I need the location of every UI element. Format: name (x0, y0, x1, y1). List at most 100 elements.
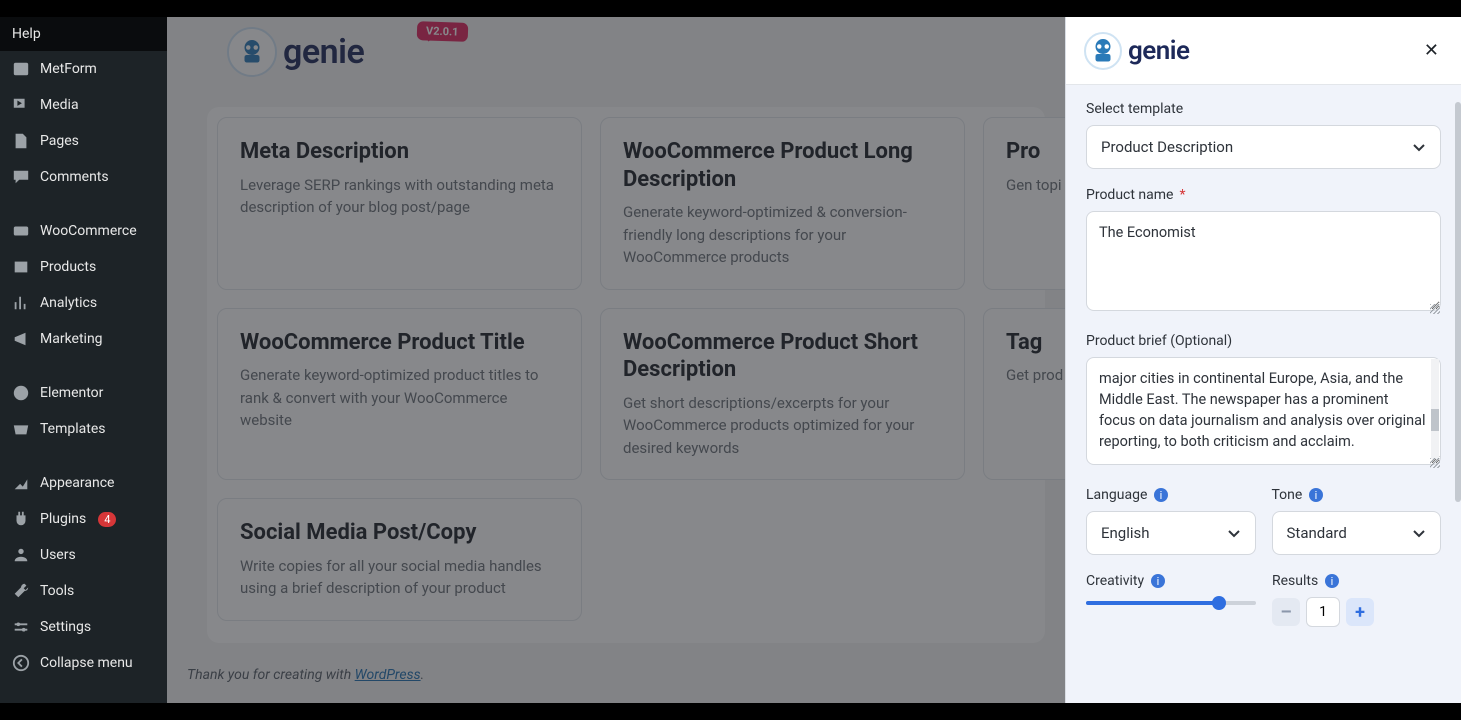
sidebar-item-label: Comments (40, 169, 109, 185)
svg-text:i: i (1157, 575, 1160, 588)
info-icon[interactable]: i (1324, 573, 1340, 589)
label-text: Creativity (1086, 573, 1144, 589)
sidebar-item-label: Collapse menu (40, 655, 133, 671)
increment-button[interactable]: + (1346, 598, 1374, 626)
resize-handle-icon[interactable] (1430, 458, 1440, 468)
tools-icon (12, 582, 30, 600)
panel-scrollbar[interactable] (1455, 102, 1461, 692)
resize-handle-icon[interactable] (1430, 304, 1440, 314)
required-mark: * (1179, 187, 1185, 203)
sidebar-item-label: Help (12, 26, 41, 42)
panel-brand: genie (1084, 32, 1190, 70)
field-label: Results i (1272, 573, 1441, 589)
decrement-button[interactable]: – (1272, 598, 1300, 626)
language-dropdown[interactable]: English (1086, 511, 1256, 555)
collapse-icon (12, 654, 30, 672)
form-icon (12, 60, 30, 78)
sidebar-item-label: Plugins (40, 511, 86, 527)
chevron-down-icon (1412, 140, 1426, 154)
users-icon (12, 546, 30, 564)
select-template-dropdown[interactable]: Product Description (1086, 125, 1441, 169)
field-language: Language i English (1086, 487, 1256, 555)
sidebar-item-comments[interactable]: Comments (0, 159, 167, 195)
product-brief-input[interactable] (1086, 357, 1441, 465)
tone-dropdown[interactable]: Standard (1272, 511, 1442, 555)
svg-text:i: i (1160, 489, 1163, 502)
sidebar-item-help[interactable]: Help (0, 17, 167, 51)
sidebar-item-label: Appearance (40, 475, 114, 491)
sidebar-item-users[interactable]: Users (0, 537, 167, 573)
sidebar-item-label: Settings (40, 619, 91, 635)
sidebar-item-label: Tools (40, 583, 74, 599)
field-label: Select template (1086, 101, 1441, 117)
sidebar-item-label: Pages (40, 133, 79, 149)
select-value: English (1101, 524, 1150, 542)
genie-panel: genie ✕ Select template Product Descript… (1065, 17, 1461, 703)
field-select-template: Select template Product Description (1086, 101, 1441, 169)
update-badge: 4 (98, 512, 116, 527)
sidebar-item-collapse[interactable]: Collapse menu (0, 645, 167, 681)
creativity-slider[interactable] (1086, 601, 1256, 605)
label-text: Results (1272, 573, 1318, 589)
label-text: Product name (1086, 187, 1173, 203)
field-label: Creativity i (1086, 573, 1256, 589)
field-label: Tone i (1272, 487, 1442, 503)
modal-overlay[interactable] (167, 17, 1065, 703)
sidebar-item-elementor[interactable]: Elementor (0, 375, 167, 411)
marketing-icon (12, 330, 30, 348)
field-label: Product brief (Optional) (1086, 333, 1441, 349)
sidebar-item-products[interactable]: Products (0, 249, 167, 285)
sidebar-item-pages[interactable]: Pages (0, 123, 167, 159)
sidebar-item-templates[interactable]: Templates (0, 411, 167, 447)
sidebar-item-label: Elementor (40, 385, 103, 401)
sidebar-item-label: WooCommerce (40, 223, 137, 239)
elementor-icon (12, 384, 30, 402)
sidebar-item-label: Users (40, 547, 76, 563)
product-name-input[interactable] (1086, 211, 1441, 311)
chevron-down-icon (1412, 526, 1426, 540)
slider-thumb[interactable] (1212, 596, 1226, 610)
media-icon (12, 96, 30, 114)
info-icon[interactable]: i (1150, 573, 1166, 589)
sidebar-item-analytics[interactable]: Analytics (0, 285, 167, 321)
info-icon[interactable]: i (1153, 487, 1169, 503)
field-label: Language i (1086, 487, 1256, 503)
app-root: Help MetForm Media Pages Comments WooCom… (0, 17, 1461, 703)
admin-sidebar: Help MetForm Media Pages Comments WooCom… (0, 17, 167, 703)
scrollbar[interactable] (1431, 359, 1439, 459)
results-count[interactable]: 1 (1306, 597, 1340, 627)
sidebar-item-media[interactable]: Media (0, 87, 167, 123)
field-results: Results i – 1 + (1272, 573, 1441, 627)
sidebar-item-label: MetForm (40, 61, 97, 77)
sidebar-item-settings[interactable]: Settings (0, 609, 167, 645)
settings-icon (12, 618, 30, 636)
sidebar-item-woocommerce[interactable]: WooCommerce (0, 213, 167, 249)
field-product-name: Product name * (1086, 187, 1441, 315)
label-text: Tone (1272, 487, 1303, 503)
panel-body: Select template Product Description Prod… (1066, 85, 1461, 703)
woo-icon (12, 222, 30, 240)
info-icon[interactable]: i (1308, 487, 1324, 503)
sidebar-item-label: Templates (40, 421, 106, 437)
svg-text:i: i (1315, 489, 1318, 502)
sidebar-item-appearance[interactable]: Appearance (0, 465, 167, 501)
sidebar-item-label: Products (40, 259, 96, 275)
panel-header: genie ✕ (1066, 17, 1461, 85)
sidebar-item-plugins[interactable]: Plugins 4 (0, 501, 167, 537)
chevron-down-icon (1227, 526, 1241, 540)
analytics-icon (12, 294, 30, 312)
sidebar-item-label: Media (40, 97, 79, 113)
field-product-brief: Product brief (Optional) (1086, 333, 1441, 469)
select-value: Product Description (1101, 138, 1233, 156)
close-icon[interactable]: ✕ (1420, 36, 1443, 65)
sidebar-item-marketing[interactable]: Marketing (0, 321, 167, 357)
sidebar-item-label: Analytics (40, 295, 97, 311)
templates-icon (12, 420, 30, 438)
appearance-icon (12, 474, 30, 492)
page-icon (12, 132, 30, 150)
sidebar-item-tools[interactable]: Tools (0, 573, 167, 609)
select-value: Standard (1287, 524, 1347, 542)
svg-text:i: i (1331, 575, 1334, 588)
sidebar-item-metform[interactable]: MetForm (0, 51, 167, 87)
field-label: Product name * (1086, 187, 1441, 203)
